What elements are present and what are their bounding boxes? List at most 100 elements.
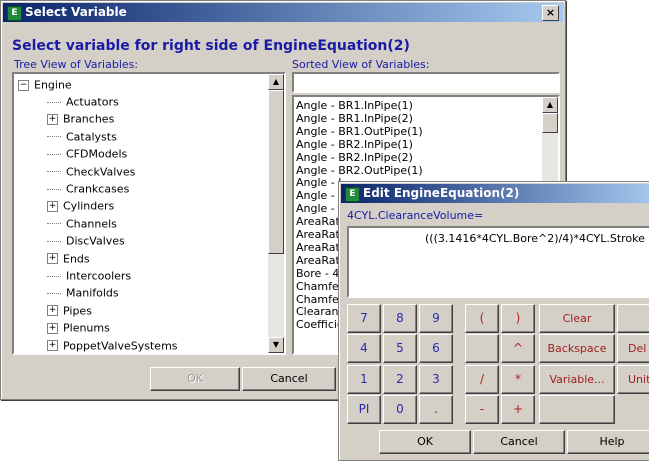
list-item[interactable]: Angle - BR1.InPipe(1) <box>296 99 413 112</box>
blank-button[interactable] <box>539 395 615 424</box>
select-variable-titlebar[interactable]: E Select Variable × <box>3 3 563 22</box>
expand-icon[interactable]: + <box>47 200 58 212</box>
tree-item[interactable]: Crankcases <box>47 180 129 197</box>
list-item[interactable]: Chamfer <box>296 293 343 306</box>
tree-item-label: Channels <box>66 217 117 231</box>
list-item[interactable]: AreaRat <box>296 254 340 267</box>
key-2[interactable]: 2 <box>383 365 417 394</box>
scroll-up-icon[interactable]: ▲ <box>268 74 284 90</box>
ok-button[interactable]: OK <box>150 367 240 391</box>
key-blank[interactable] <box>465 334 499 363</box>
delete-button[interactable]: Del <box>617 334 649 363</box>
tree-item-label: Intercoolers <box>66 269 132 283</box>
scroll-down-icon[interactable]: ▼ <box>268 337 284 353</box>
scroll-thumb[interactable] <box>268 90 284 254</box>
clear-button[interactable]: Clear <box>539 304 615 333</box>
edit-ok-button[interactable]: OK <box>379 430 471 454</box>
edit-equation-window: E Edit EngineEquation(2) 4CYL.ClearanceV… <box>338 181 649 461</box>
equation-field[interactable]: (((3.1416*4CYL.Bore^2)/4)*4CYL.Stroke <box>347 226 649 298</box>
expand-icon[interactable]: + <box>47 340 58 352</box>
tree-item-label: Engine <box>34 78 72 92</box>
tree-item[interactable]: + PoppetValveSystems <box>47 337 178 354</box>
tree-item[interactable]: + Pipes <box>47 302 92 319</box>
key-8[interactable]: 8 <box>383 304 417 333</box>
key-power[interactable]: ^ <box>501 334 535 363</box>
list-item[interactable]: Bore - 4 <box>296 267 339 280</box>
key-9[interactable]: 9 <box>419 304 453 333</box>
tree-item[interactable]: + Plenums <box>47 319 110 336</box>
unit-button[interactable]: Unit <box>617 365 649 394</box>
tree-item-label: CheckValves <box>66 165 136 179</box>
key-minus[interactable]: - <box>465 395 499 424</box>
key-pi[interactable]: PI <box>347 395 381 424</box>
sorted-view-label: Sorted View of Variables: <box>292 58 430 71</box>
close-icon[interactable]: × <box>542 5 559 21</box>
app-icon: E <box>345 187 360 202</box>
tree-item-label: Pipes <box>63 304 92 318</box>
tree-item[interactable]: Intercoolers <box>47 267 131 284</box>
key-open-paren[interactable]: ( <box>465 304 499 333</box>
list-item[interactable]: Angle - BR2.OutPipe(1) <box>296 164 423 177</box>
tree-item-label: Branches <box>63 112 115 126</box>
key-close-paren[interactable]: ) <box>501 304 535 333</box>
tree-connector <box>47 240 61 242</box>
key-4[interactable]: 4 <box>347 334 381 363</box>
tree-item[interactable]: + Ends <box>47 250 90 267</box>
scroll-up-icon[interactable]: ▲ <box>542 97 558 113</box>
edit-cancel-button[interactable]: Cancel <box>473 430 565 454</box>
tree-scrollbar[interactable]: ▲ ▼ <box>268 74 284 353</box>
expand-icon[interactable]: + <box>47 113 58 125</box>
tree-item[interactable]: Actuators <box>47 93 119 110</box>
list-item[interactable]: AreaRat <box>296 228 340 241</box>
key-7[interactable]: 7 <box>347 304 381 333</box>
expand-icon[interactable]: + <box>47 305 58 317</box>
key-5[interactable]: 5 <box>383 334 417 363</box>
tree-connector <box>47 153 61 155</box>
tree-item[interactable]: + Cylinders <box>47 197 114 214</box>
tree-view[interactable]: − Engine Actuators + Branches Catalysts CFDMod… <box>12 72 286 355</box>
tree-item-engine[interactable]: − Engine <box>18 76 72 93</box>
list-item[interactable]: Angle - I <box>296 189 342 202</box>
expand-icon[interactable]: + <box>47 322 58 334</box>
list-item[interactable]: AreaRat <box>296 241 340 254</box>
tree-item[interactable]: Channels <box>47 215 117 232</box>
app-icon: E <box>7 6 22 21</box>
variable-button[interactable]: Variable... <box>539 365 615 394</box>
blank-button[interactable] <box>617 304 649 333</box>
key-plus[interactable]: + <box>501 395 535 424</box>
list-item[interactable]: Angle - I <box>296 176 342 189</box>
list-item[interactable]: Angle - BR2.InPipe(1) <box>296 138 413 151</box>
cancel-button[interactable]: Cancel <box>242 367 336 391</box>
search-input[interactable] <box>292 72 560 93</box>
key-1[interactable]: 1 <box>347 365 381 394</box>
key-multiply[interactable]: * <box>501 365 535 394</box>
edit-equation-titlebar[interactable]: E Edit EngineEquation(2) <box>341 184 649 203</box>
list-item[interactable]: AreaRat <box>296 215 340 228</box>
tree-item-label: Crankcases <box>66 182 130 196</box>
list-item[interactable]: Angle - BR2.InPipe(2) <box>296 151 413 164</box>
key-divide[interactable]: / <box>465 365 499 394</box>
tree-connector <box>47 136 61 138</box>
key-0[interactable]: 0 <box>383 395 417 424</box>
tree-item[interactable]: + Branches <box>47 110 114 127</box>
help-button[interactable]: Help <box>567 430 649 454</box>
tree-item[interactable]: DiscValves <box>47 232 125 249</box>
key-3[interactable]: 3 <box>419 365 453 394</box>
collapse-icon[interactable]: − <box>18 79 29 91</box>
list-item[interactable]: Angle - BR1.OutPipe(1) <box>296 125 423 138</box>
list-item[interactable]: Angle - I <box>296 202 342 215</box>
key-decimal[interactable]: . <box>419 395 453 424</box>
tree-item[interactable]: Catalysts <box>47 128 117 145</box>
tree-item-label: DiscValves <box>66 234 125 248</box>
expand-icon[interactable]: + <box>47 253 58 265</box>
list-item[interactable]: Angle - BR1.InPipe(2) <box>296 112 413 125</box>
tree-item[interactable]: CFDModels <box>47 145 127 162</box>
tree-item-label: Catalysts <box>66 130 117 144</box>
backspace-button[interactable]: Backspace <box>539 334 615 363</box>
key-6[interactable]: 6 <box>419 334 453 363</box>
tree-item[interactable]: Manifolds <box>47 284 119 301</box>
scroll-thumb[interactable] <box>542 113 558 133</box>
tree-item[interactable]: CheckValves <box>47 163 135 180</box>
list-item[interactable]: Chamfer <box>296 280 343 293</box>
list-item[interactable]: Coefficie <box>296 318 344 331</box>
